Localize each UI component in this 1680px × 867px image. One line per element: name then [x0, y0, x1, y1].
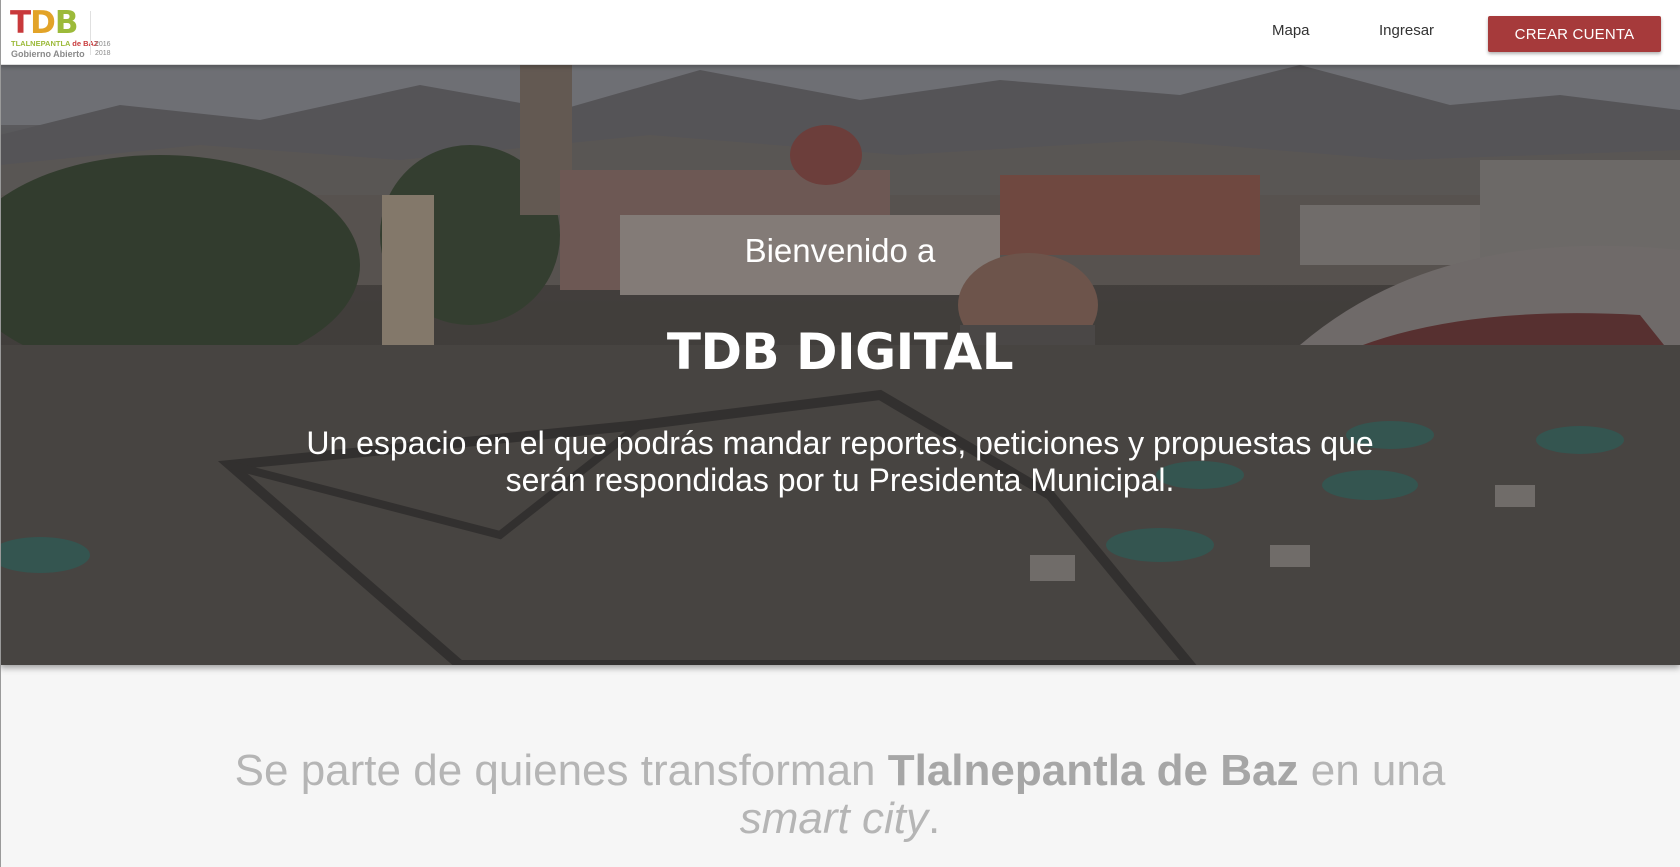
top-navbar: TDB TLALNEPANTLA de BAZ Gobierno Abierto…: [0, 0, 1680, 65]
nav-link-mapa[interactable]: Mapa: [1272, 22, 1310, 39]
hero-title: TDB DIGITAL: [666, 323, 1014, 381]
smart-city-tagline: Se parte de quienes transforman Tlalnepa…: [234, 746, 1446, 843]
tdb-logo[interactable]: TDB TLALNEPANTLA de BAZ Gobierno Abierto…: [10, 7, 114, 59]
logo-years: 2016 2018: [95, 41, 111, 57]
crear-cuenta-button[interactable]: CREAR CUENTA: [1488, 16, 1661, 52]
nav-link-ingresar[interactable]: Ingresar: [1379, 22, 1434, 39]
logo-municipality: TLALNEPANTLA de BAZ: [11, 39, 99, 48]
hero-banner: Bienvenido a TDB DIGITAL Un espacio en e…: [0, 65, 1680, 665]
hero-welcome: Bienvenido a: [744, 232, 936, 269]
logo-gobierno-abierto: Gobierno Abierto: [11, 49, 85, 59]
hero-description: Un espacio en el que podrás mandar repor…: [306, 425, 1374, 498]
tagline-smart-city: smart city: [739, 794, 928, 843]
logo-mark: TDB: [10, 5, 79, 41]
logo-divider: [90, 11, 91, 55]
window-edge: [0, 0, 1, 867]
tagline-city-name: Tlalnepantla de Baz: [887, 746, 1299, 795]
